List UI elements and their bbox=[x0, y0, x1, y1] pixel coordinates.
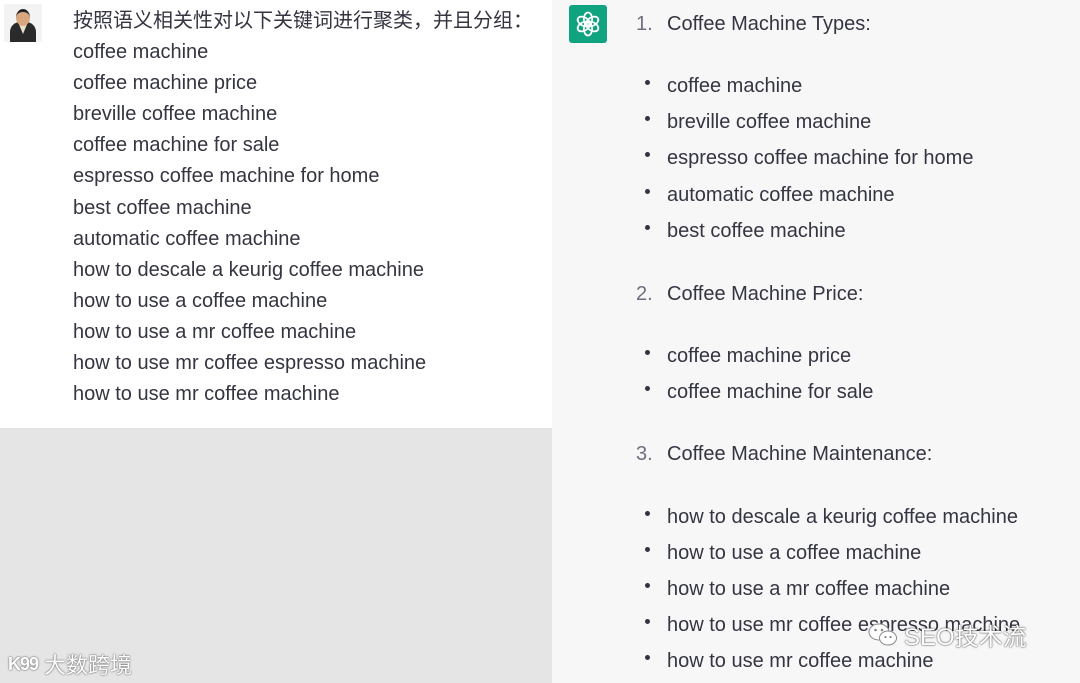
user-panel: 按照语义相关性对以下关键词进行聚类，并且分组： coffee machine c… bbox=[0, 0, 552, 683]
group-title: Coffee Machine Maintenance: bbox=[667, 443, 933, 465]
list-item-text: how to use a coffee machine bbox=[667, 542, 922, 564]
assistant-panel: 1. Coffee Machine Types: coffee machine b… bbox=[552, 0, 1080, 683]
list-item-text: how to descale a keurig coffee machine bbox=[667, 506, 1018, 528]
bullet-icon bbox=[645, 511, 650, 516]
group-heading: 3. Coffee Machine Maintenance: bbox=[636, 441, 932, 467]
user-message-line: best coffee machine bbox=[73, 196, 252, 219]
user-message-lines: 按照语义相关性对以下关键词进行聚类，并且分组： coffee machine c… bbox=[73, 8, 533, 412]
bullet-icon bbox=[645, 189, 650, 194]
watermark-right-text: SEO技术流 bbox=[904, 624, 1027, 651]
user-message-line: coffee machine price bbox=[73, 72, 258, 95]
group-number: 1. bbox=[636, 13, 653, 35]
bullet-icon bbox=[645, 350, 650, 355]
bullet-icon bbox=[645, 116, 650, 121]
list-item-text: coffee machine price bbox=[667, 345, 852, 367]
list-item-text: espresso coffee machine for home bbox=[667, 147, 974, 169]
bullet-icon bbox=[645, 152, 650, 157]
user-message-line: coffee machine bbox=[73, 41, 209, 64]
bullet-icon bbox=[645, 619, 650, 624]
group-title: Coffee Machine Types: bbox=[667, 13, 871, 35]
user-message-line: how to use mr coffee machine bbox=[73, 383, 340, 406]
watermark-right: SEO技术流 bbox=[868, 617, 1027, 652]
user-message-line: coffee machine for sale bbox=[73, 134, 280, 157]
bullet-icon bbox=[645, 583, 650, 588]
user-message-line: how to use a mr coffee machine bbox=[73, 320, 357, 343]
list-item-text: coffee machine bbox=[667, 75, 803, 97]
user-message-line: how to descale a keurig coffee machine bbox=[73, 258, 424, 281]
bullet-icon bbox=[645, 225, 650, 230]
user-message-line: how to use a coffee machine bbox=[73, 289, 328, 312]
list-item-text: coffee machine for sale bbox=[667, 381, 874, 403]
bullet-icon bbox=[645, 80, 650, 85]
bullet-icon bbox=[645, 547, 650, 552]
bullet-icon bbox=[645, 655, 650, 660]
list-item-text: best coffee machine bbox=[667, 220, 846, 242]
group-heading: 1. Coffee Machine Types: bbox=[636, 11, 871, 37]
bullet-icon bbox=[645, 386, 650, 391]
watermark-left-text: 大数跨境 bbox=[44, 653, 133, 678]
openai-logo-icon bbox=[569, 5, 607, 43]
user-message-line: breville coffee machine bbox=[73, 103, 278, 126]
user-message-line: automatic coffee machine bbox=[73, 227, 301, 250]
group-title: Coffee Machine Price: bbox=[667, 283, 864, 305]
wechat-icon bbox=[868, 622, 898, 648]
user-message: 按照语义相关性对以下关键词进行聚类，并且分组： coffee machine c… bbox=[0, 0, 552, 428]
user-message-line: espresso coffee machine for home bbox=[73, 165, 380, 188]
list-item-text: breville coffee machine bbox=[667, 111, 872, 133]
group-number: 2. bbox=[636, 283, 653, 305]
group-number: 3. bbox=[636, 443, 653, 465]
group-heading: 2. Coffee Machine Price: bbox=[636, 281, 863, 307]
list-item-text: automatic coffee machine bbox=[667, 184, 895, 206]
watermark-left: K99 大数跨境 bbox=[8, 648, 132, 680]
user-message-line: 按照语义相关性对以下关键词进行聚类，并且分组： bbox=[73, 10, 533, 32]
chat-screenshot: 按照语义相关性对以下关键词进行聚类，并且分组： coffee machine c… bbox=[0, 0, 1080, 683]
list-item-text: how to use a mr coffee machine bbox=[667, 578, 951, 600]
watermark-logo: K99 bbox=[8, 653, 39, 674]
user-message-line: how to use mr coffee espresso machine bbox=[73, 352, 427, 375]
user-avatar-icon bbox=[4, 4, 42, 42]
